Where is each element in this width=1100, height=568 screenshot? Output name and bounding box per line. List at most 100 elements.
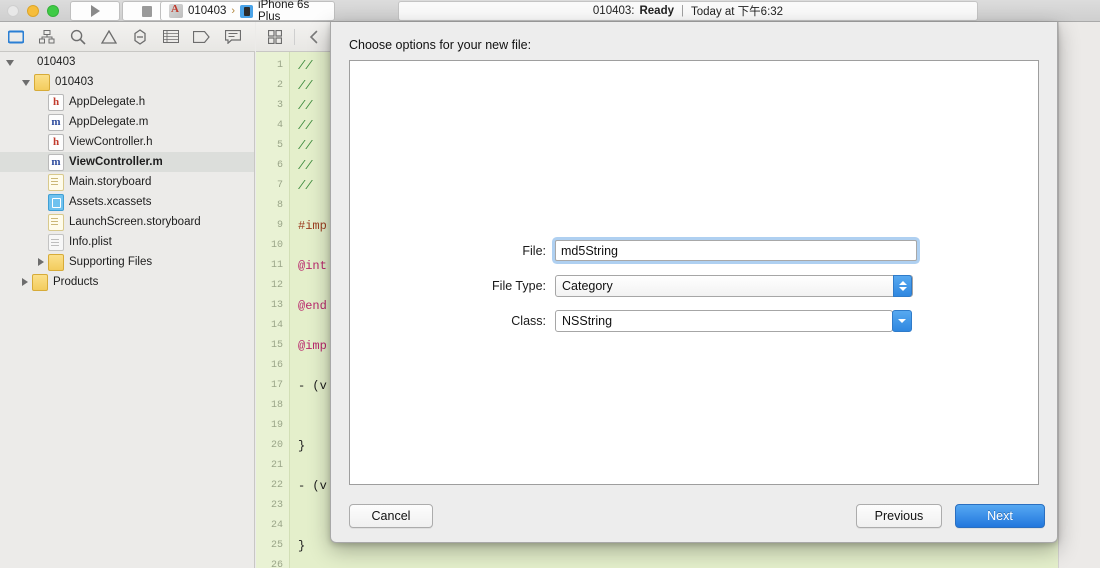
- file-name-input[interactable]: [555, 240, 917, 261]
- issue-navigator-icon[interactable]: [93, 22, 124, 51]
- folder-file-icon: [32, 273, 48, 291]
- breakpoint-navigator-icon[interactable]: [186, 22, 217, 51]
- run-button[interactable]: [70, 1, 120, 21]
- disclosure-triangle-icon[interactable]: [6, 60, 14, 66]
- code-line: //: [298, 99, 313, 113]
- tree-row-viewcontroller-h[interactable]: h ViewController.h: [0, 132, 254, 152]
- cancel-button[interactable]: Cancel: [349, 504, 433, 528]
- line-number: 17: [270, 380, 283, 391]
- line-number: 3: [276, 100, 283, 111]
- tree-row-appdelegate-m[interactable]: m AppDelegate.m: [0, 112, 254, 132]
- h-file-icon: h: [48, 133, 64, 151]
- m-file-icon: m: [48, 113, 64, 131]
- line-number: 1: [276, 60, 283, 71]
- test-navigator-icon[interactable]: [124, 22, 155, 51]
- new-file-options-sheet: Choose options for your new file: File: …: [330, 22, 1058, 543]
- tree-row-010403[interactable]: 010403: [0, 52, 254, 72]
- line-number: 11: [270, 260, 283, 271]
- file-label: File:: [522, 243, 546, 258]
- tree-row-label: AppDelegate.m: [69, 116, 149, 128]
- code-line: //: [298, 79, 313, 93]
- status-time: Today at 下午6:32: [691, 6, 784, 18]
- line-number-gutter: 1 2 3 4 5 6 7 8 9 10 11 12 13 14 15 16 17 18 19 20 21 22 23 24 2…: [256, 52, 290, 568]
- disclosure-triangle-icon[interactable]: [38, 258, 44, 266]
- minimize-window-button[interactable]: [27, 5, 39, 17]
- tree-row-label: Products: [53, 276, 99, 288]
- disclosure-triangle-icon[interactable]: [22, 278, 28, 286]
- sheet-button-bar: Cancel Previous Next: [331, 504, 1059, 528]
- class-dropdown-button[interactable]: [892, 309, 912, 332]
- tree-row-info-plist[interactable]: Info.plist: [0, 232, 254, 252]
- utilities-strip: [1058, 22, 1100, 568]
- code-line: @int: [298, 259, 327, 273]
- code-line: }: [298, 539, 306, 553]
- tree-row-assets-xcassets[interactable]: Assets.xcassets: [0, 192, 254, 212]
- tree-row-supporting-files[interactable]: Supporting Files: [0, 252, 254, 272]
- line-number: 22: [270, 480, 283, 491]
- file-type-value: Category: [562, 278, 613, 293]
- class-combobox[interactable]: NSString: [555, 309, 912, 332]
- tree-row-viewcontroller-m[interactable]: m ViewController.m: [0, 152, 254, 172]
- activity-status-bar: 010403: Ready | Today at 下午6:32: [398, 1, 978, 21]
- symbol-navigator-icon[interactable]: [31, 22, 62, 51]
- xcode-window: 010403 › iPhone 6s Plus 010403: Ready | …: [0, 0, 1100, 568]
- file-type-popup[interactable]: Category: [555, 274, 913, 297]
- code-line: //: [298, 159, 313, 173]
- class-control: NSString: [555, 309, 912, 332]
- code-line: #imp: [298, 219, 327, 233]
- m-file-icon: m: [48, 153, 64, 171]
- file-type-row: File Type: Category: [350, 270, 1040, 301]
- disclosure-triangle-icon[interactable]: [22, 80, 30, 86]
- window-controls: [7, 5, 59, 17]
- tree-row-main-storyboard[interactable]: Main.storyboard: [0, 172, 254, 192]
- scheme-project-icon: [169, 3, 183, 18]
- code-line: //: [298, 119, 313, 133]
- close-window-button[interactable]: [7, 5, 19, 17]
- scheme-separator: ›: [231, 5, 236, 17]
- folder-file-icon: [34, 73, 50, 91]
- line-number: 16: [270, 360, 283, 371]
- chevron-up-icon: [898, 280, 907, 285]
- code-line: //: [298, 179, 313, 193]
- line-number: 15: [270, 340, 283, 351]
- debug-navigator-icon[interactable]: [155, 22, 186, 51]
- scheme-selector[interactable]: 010403 › iPhone 6s Plus: [160, 0, 335, 23]
- stepper-chevrons-icon[interactable]: [893, 274, 912, 297]
- class-value: NSString: [562, 313, 613, 328]
- previous-button[interactable]: Previous: [856, 504, 942, 528]
- line-number: 14: [270, 320, 283, 331]
- project-navigator-icon[interactable]: [0, 22, 31, 51]
- code-line: - (v: [298, 479, 327, 493]
- run-icon: [90, 5, 100, 17]
- sheet-title: Choose options for your new file:: [349, 38, 532, 52]
- class-label: Class:: [511, 313, 546, 328]
- status-project: 010403:: [592, 5, 635, 17]
- sb-file-icon: [48, 173, 64, 191]
- line-number: 25: [270, 540, 283, 551]
- options-form: File: File Type: Category: [350, 235, 1040, 340]
- panel-grid-icon[interactable]: [262, 24, 288, 50]
- plist-file-icon: [48, 233, 64, 251]
- tree-row-010403[interactable]: 010403: [0, 72, 254, 92]
- tree-row-appdelegate-h[interactable]: h AppDelegate.h: [0, 92, 254, 112]
- file-type-label: File Type:: [492, 278, 546, 293]
- tree-row-label: AppDelegate.h: [69, 96, 146, 108]
- tree-row-label: ViewController.h: [69, 136, 153, 148]
- title-bar: 010403 › iPhone 6s Plus 010403: Ready | …: [0, 0, 1100, 23]
- tree-row-label: Info.plist: [69, 236, 112, 248]
- search-navigator-icon[interactable]: [62, 22, 93, 51]
- tree-row-label: 010403: [55, 76, 94, 88]
- line-number: 13: [270, 300, 283, 311]
- tree-row-products[interactable]: Products: [0, 272, 254, 292]
- project-file-icon: [18, 55, 32, 70]
- jump-bar-divider: [294, 28, 295, 45]
- maximize-window-button[interactable]: [47, 5, 59, 17]
- chevron-down-icon: [898, 318, 906, 323]
- tree-row-launchscreen-storyboard[interactable]: LaunchScreen.storyboard: [0, 212, 254, 232]
- back-chevron-icon[interactable]: [301, 24, 327, 50]
- report-navigator-icon[interactable]: [217, 22, 248, 51]
- project-navigator[interactable]: 010403 010403 h AppDelegate.h m AppDelegate.m…: [0, 52, 255, 568]
- tree-row-label: LaunchScreen.storyboard: [69, 216, 201, 228]
- next-button[interactable]: Next: [955, 504, 1045, 528]
- scheme-device-label: iPhone 6s Plus: [258, 0, 310, 23]
